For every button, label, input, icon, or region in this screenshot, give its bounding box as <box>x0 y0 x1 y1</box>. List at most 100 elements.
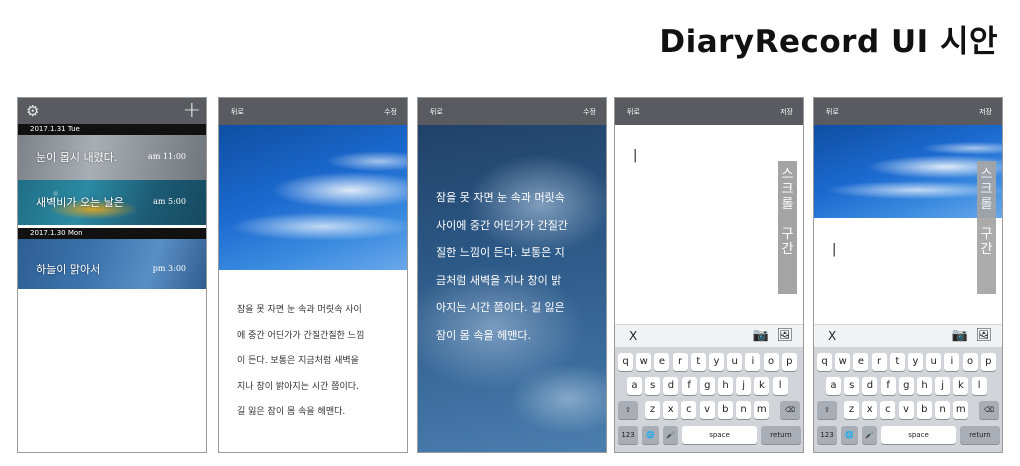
key-v[interactable]: v <box>699 401 715 419</box>
key-r[interactable]: r <box>871 353 887 371</box>
image-icon[interactable]: 🖼 <box>776 328 793 343</box>
camera-icon[interactable]: 📷 <box>753 328 769 343</box>
key-g[interactable]: g <box>699 377 715 395</box>
back-button[interactable]: 뒤로 <box>430 107 443 117</box>
key-f[interactable]: f <box>681 377 697 395</box>
back-button[interactable]: 뒤로 <box>627 107 640 117</box>
key-s[interactable]: s <box>844 377 860 395</box>
key-h[interactable]: h <box>718 377 733 395</box>
key-c[interactable]: c <box>681 401 697 419</box>
key-t[interactable]: t <box>690 353 706 371</box>
key-f[interactable]: f <box>880 377 896 395</box>
space-key[interactable]: space <box>682 426 757 444</box>
key-x[interactable]: x <box>663 401 679 419</box>
key-m[interactable]: m <box>754 401 770 419</box>
edit-button[interactable]: 수정 <box>583 107 596 117</box>
camera-icon[interactable]: 📷 <box>952 328 968 343</box>
key-s[interactable]: s <box>645 377 661 395</box>
key-l[interactable]: l <box>971 377 987 395</box>
plus-icon[interactable]: + <box>183 100 201 122</box>
key-j[interactable]: j <box>736 377 752 395</box>
key-i[interactable]: i <box>944 353 960 371</box>
key-u[interactable]: u <box>926 353 942 371</box>
gear-icon[interactable]: ⚙ <box>26 104 39 119</box>
key-b[interactable]: b <box>717 401 733 419</box>
key-k[interactable]: k <box>754 377 770 395</box>
diary-photo <box>219 125 407 270</box>
detail-screen: 뒤로 수정 잠을 못 자면 눈 속과 머릿속 사이 에 중간 어딘가가 간질간질… <box>218 97 408 453</box>
shift-key[interactable]: ⇧ <box>817 401 837 419</box>
key-u[interactable]: u <box>727 353 743 371</box>
key-e[interactable]: e <box>654 353 670 371</box>
attached-photo <box>814 125 1002 218</box>
key-g[interactable]: g <box>898 377 914 395</box>
edit-button[interactable]: 수정 <box>384 107 397 117</box>
back-button[interactable]: 뒤로 <box>826 107 839 117</box>
diary-line: 잠을 못 자면 눈 속과 머릿속 사이 <box>237 305 362 315</box>
key-t[interactable]: t <box>889 353 905 371</box>
delete-key[interactable]: ⌫ <box>979 401 999 419</box>
list-item[interactable]: 하늘이 맑아서 pm 3:00 <box>18 239 206 289</box>
return-key[interactable]: return <box>960 426 1000 444</box>
key-y[interactable]: y <box>908 353 923 371</box>
key-w[interactable]: w <box>835 353 851 371</box>
list-item[interactable]: 새벽비가 오는 날은 am 5:00 <box>18 180 206 225</box>
microphone-icon[interactable]: 🎤 <box>862 426 877 444</box>
key-l[interactable]: l <box>772 377 788 395</box>
back-button[interactable]: 뒤로 <box>231 107 244 117</box>
overlay-body: 잠을 못 자면 눈 속과 머릿속 사이에 중간 어딘가가 간질간 질한 느낌이 … <box>436 184 568 349</box>
key-r[interactable]: r <box>672 353 688 371</box>
key-a[interactable]: a <box>627 377 642 395</box>
key-y[interactable]: y <box>709 353 724 371</box>
scroll-char: 구 <box>980 227 993 242</box>
key-a[interactable]: a <box>826 377 841 395</box>
key-b[interactable]: b <box>916 401 932 419</box>
key-n[interactable]: n <box>935 401 950 419</box>
scroll-area[interactable]: 스 크 롤 구 간 <box>778 161 797 294</box>
key-q[interactable]: q <box>817 353 832 371</box>
key-k[interactable]: k <box>953 377 969 395</box>
delete-key[interactable]: ⌫ <box>780 401 800 419</box>
key-q[interactable]: q <box>618 353 633 371</box>
list-screen: ⚙ + 2017.1.31 Tue 눈이 몹시 내렸다. am 11:00 새벽… <box>17 97 207 453</box>
key-i[interactable]: i <box>745 353 761 371</box>
key-e[interactable]: e <box>853 353 869 371</box>
save-button[interactable]: 저장 <box>780 107 793 117</box>
numbers-key[interactable]: 123 <box>817 426 837 444</box>
write-image-topbar: 뒤로 저장 <box>814 98 1002 125</box>
text-cursor[interactable]: | <box>832 242 836 257</box>
key-z[interactable]: z <box>844 401 859 419</box>
globe-icon[interactable]: 🌐 <box>642 426 659 444</box>
key-m[interactable]: m <box>953 401 969 419</box>
key-n[interactable]: n <box>736 401 751 419</box>
scroll-gap <box>977 212 996 227</box>
globe-icon[interactable]: 🌐 <box>841 426 858 444</box>
close-button[interactable]: X <box>828 329 836 343</box>
microphone-icon[interactable]: 🎤 <box>663 426 678 444</box>
entry-time: am 11:00 <box>148 152 186 161</box>
scroll-area[interactable]: 스 크 롤 구 간 <box>977 161 996 294</box>
key-o[interactable]: o <box>962 353 978 371</box>
numbers-key[interactable]: 123 <box>618 426 638 444</box>
close-button[interactable]: X <box>629 329 637 343</box>
key-o[interactable]: o <box>763 353 779 371</box>
list-item[interactable]: 눈이 몹시 내렸다. am 11:00 <box>18 135 206 180</box>
text-cursor[interactable]: | <box>633 148 637 163</box>
space-key[interactable]: space <box>881 426 956 444</box>
key-d[interactable]: d <box>862 377 878 395</box>
key-p[interactable]: p <box>781 353 797 371</box>
list-header: ⚙ + <box>18 98 206 124</box>
key-w[interactable]: w <box>636 353 652 371</box>
key-d[interactable]: d <box>663 377 679 395</box>
key-j[interactable]: j <box>935 377 951 395</box>
key-z[interactable]: z <box>645 401 660 419</box>
key-c[interactable]: c <box>880 401 896 419</box>
shift-key[interactable]: ⇧ <box>618 401 638 419</box>
key-h[interactable]: h <box>917 377 932 395</box>
key-x[interactable]: x <box>862 401 878 419</box>
image-icon[interactable]: 🖼 <box>975 328 992 343</box>
key-p[interactable]: p <box>980 353 996 371</box>
key-v[interactable]: v <box>898 401 914 419</box>
return-key[interactable]: return <box>761 426 801 444</box>
save-button[interactable]: 저장 <box>979 107 992 117</box>
